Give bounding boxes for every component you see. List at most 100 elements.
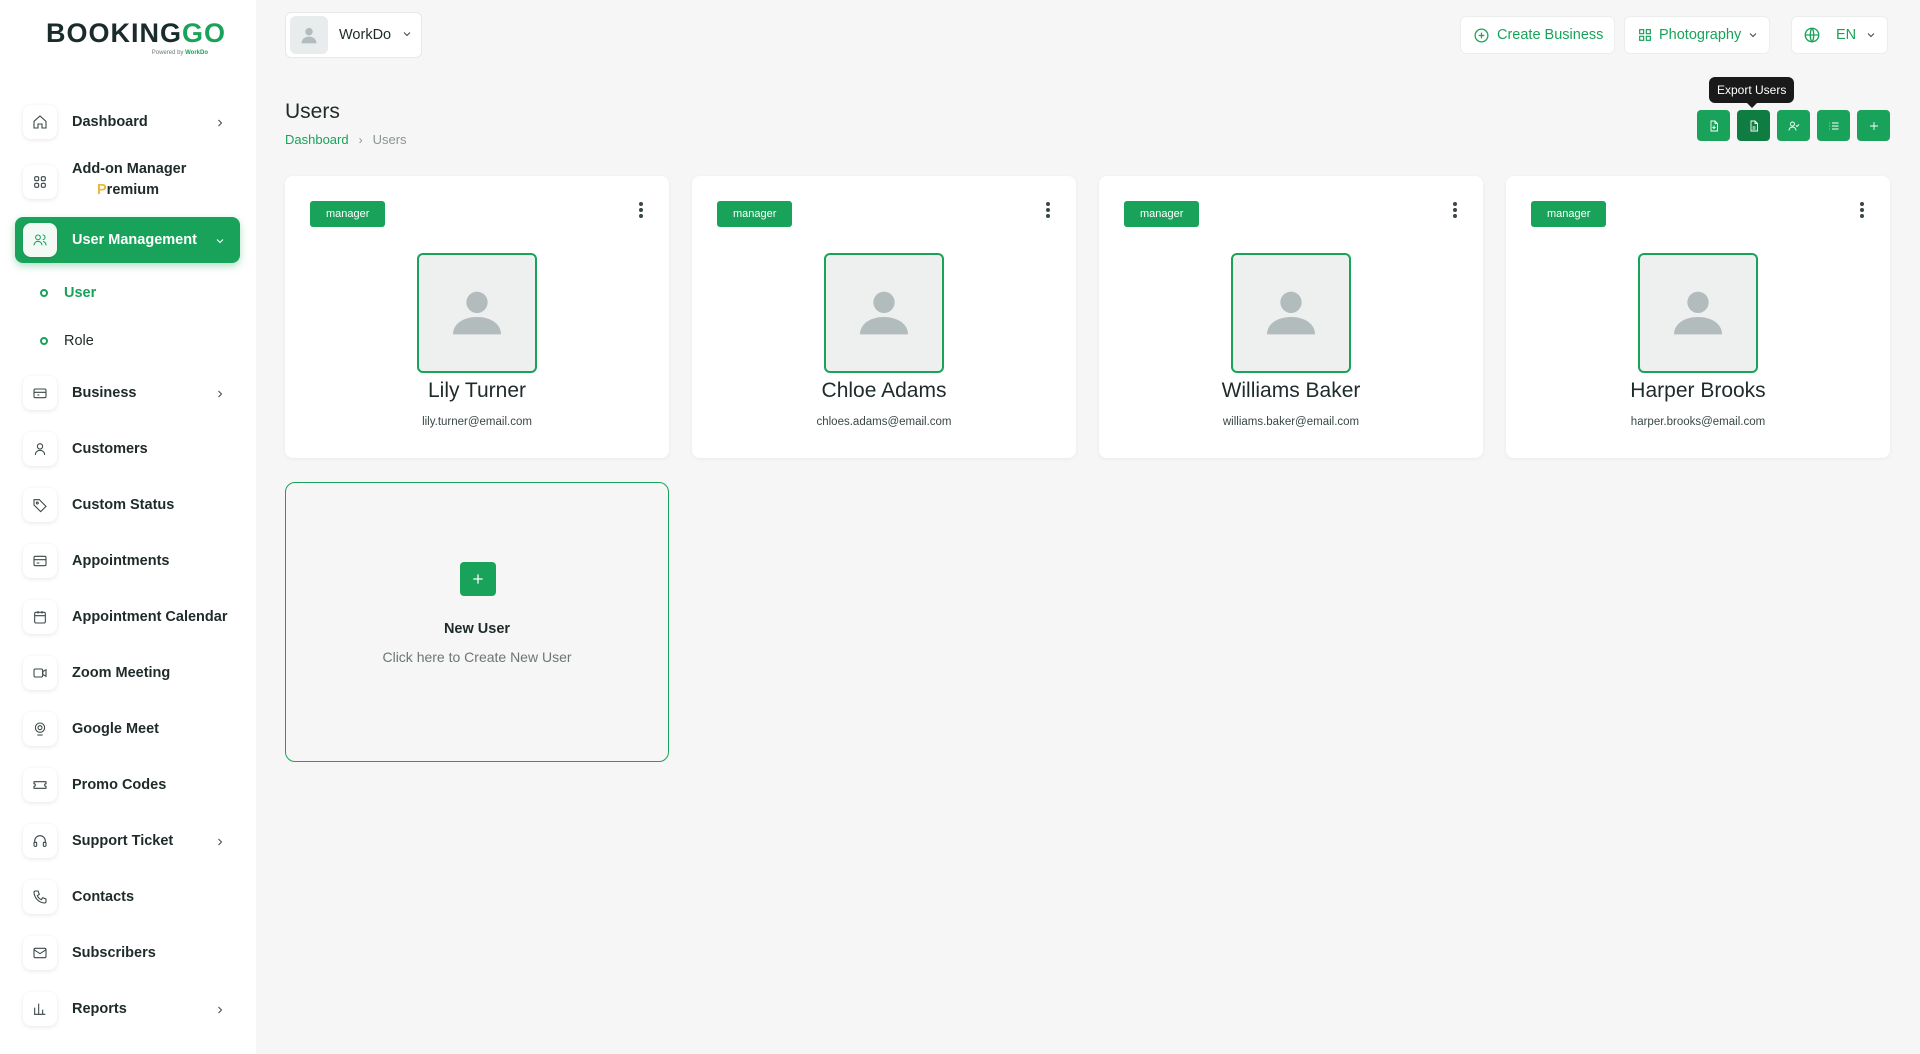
breadcrumb: Dashboard › Users	[285, 132, 407, 147]
sidebar-subitem-label: User	[64, 285, 97, 301]
role-badge: manager	[1531, 201, 1607, 227]
page-title: Users	[285, 100, 340, 123]
user-name: Harper Brooks	[1630, 379, 1766, 402]
plus-icon	[1869, 121, 1878, 130]
sidebar-item-label: Zoom Meeting	[72, 665, 171, 681]
sidebar-item-label: Appointments	[72, 553, 170, 569]
list-view-button[interactable]	[1817, 110, 1850, 141]
sidebar-item-contacts[interactable]: Contacts	[15, 874, 240, 920]
category-label: Photography	[1659, 27, 1742, 43]
tooltip: Export Users	[1709, 77, 1795, 108]
tag-icon	[23, 488, 57, 522]
sidebar-item-label: Business	[72, 385, 137, 401]
role-badge: manager	[310, 201, 386, 227]
webcam-icon	[23, 712, 57, 746]
sidebar-item-appointment-calendar[interactable]: Appointment Calendar	[15, 594, 240, 640]
home-icon	[23, 105, 57, 139]
new-user-title: New User	[443, 621, 511, 637]
breadcrumb-link-dashboard[interactable]: Dashboard	[285, 132, 349, 147]
sidebar-item-label: Custom Status	[72, 497, 175, 513]
building-icon	[23, 376, 57, 410]
card-icon	[23, 544, 57, 578]
user-card: manager Harper Brooks harper.brooks@emai…	[1506, 176, 1890, 458]
user-email: williams.baker@email.com	[1222, 416, 1360, 428]
user-card: manager Chloe Adams chloes.adams@email.c…	[692, 176, 1076, 458]
chevron-right-icon	[214, 116, 226, 128]
user-silhouette-icon	[860, 291, 908, 335]
sidebar-item-support-ticket[interactable]: Support Ticket	[15, 818, 240, 864]
sidebar-item-user-management[interactable]: User Management	[15, 217, 240, 263]
more-vertical-icon[interactable]	[1857, 200, 1867, 220]
category-dropdown[interactable]: Photography	[1624, 16, 1770, 54]
more-vertical-icon[interactable]	[1450, 200, 1460, 220]
user-silhouette-icon	[1267, 291, 1315, 335]
calendar-icon	[23, 600, 57, 634]
user-name: Lily Turner	[427, 379, 527, 402]
sidebar-item-google-meet[interactable]: Google Meet	[15, 706, 240, 752]
sidebar-item-subscribers[interactable]: Subscribers	[15, 930, 240, 976]
sidebar-item-reports[interactable]: Reports	[15, 986, 240, 1032]
more-vertical-icon[interactable]	[636, 200, 646, 220]
user-email: chloes.adams@email.com	[816, 416, 952, 428]
user-silhouette-icon	[301, 27, 317, 44]
chart-icon	[23, 992, 57, 1026]
user-icon	[23, 432, 57, 466]
sidebar-item-appointments[interactable]: Appointments	[15, 538, 240, 584]
create-business-button[interactable]: Create Business	[1460, 16, 1615, 54]
language-label: EN	[1836, 27, 1857, 43]
sidebar-item-label: Appointment Calendar	[72, 609, 228, 625]
user-email: lily.turner@email.com	[422, 416, 532, 428]
sidebar-item-business[interactable]: Business	[15, 370, 240, 416]
globe-icon	[1804, 27, 1820, 43]
chevron-right-icon	[214, 1003, 226, 1015]
create-business-label: Create Business	[1497, 27, 1604, 43]
sidebar-item-label: Dashboard	[72, 114, 148, 130]
user-email: harper.brooks@email.com	[1630, 416, 1766, 428]
mail-icon	[23, 936, 57, 970]
import-button[interactable]	[1697, 110, 1730, 141]
bullet-icon	[40, 337, 48, 345]
more-vertical-icon[interactable]	[1043, 200, 1053, 220]
bullet-icon	[40, 289, 48, 297]
user-silhouette-icon	[1674, 291, 1722, 335]
phone-icon	[23, 880, 57, 914]
sidebar-item-label: Promo Codes	[72, 777, 167, 793]
workspace-switcher[interactable]: WorkDo	[285, 12, 422, 58]
sidebar: BOOKINGGO Powered by WorkDo Dashboard Ad…	[0, 0, 256, 1054]
file-import-icon	[1710, 120, 1718, 131]
sidebar-item-label: Subscribers	[72, 945, 156, 961]
plus-icon	[460, 562, 496, 596]
chevron-down-icon	[1747, 29, 1759, 45]
avatar	[417, 253, 537, 373]
brand-name-suffix: GO	[182, 18, 227, 48]
chevron-right-icon	[214, 835, 226, 847]
list-icon	[1829, 122, 1838, 129]
users-icon	[23, 223, 57, 257]
sidebar-item-dashboard[interactable]: Dashboard	[15, 99, 240, 145]
add-user-button[interactable]	[1857, 110, 1890, 141]
brand-name-prefix: BOOKING	[46, 18, 183, 48]
sidebar-item-label: User Management	[72, 232, 197, 248]
sidebar-item-zoom-meeting[interactable]: Zoom Meeting	[15, 650, 240, 696]
user-log-button[interactable]	[1777, 110, 1810, 141]
chevron-right-icon	[214, 387, 226, 399]
sidebar-item-label: Customers	[72, 441, 148, 457]
user-name: Williams Baker	[1221, 379, 1361, 402]
avatar	[290, 16, 328, 54]
language-dropdown[interactable]: EN	[1791, 16, 1888, 54]
sidebar-item-promo-codes[interactable]: Promo Codes	[15, 762, 240, 808]
export-users-button[interactable]	[1737, 110, 1770, 141]
sidebar-item-custom-status[interactable]: Custom Status	[15, 482, 240, 528]
sidebar-subitem-user[interactable]: User	[40, 281, 96, 305]
brand-tagline: Powered by WorkDo	[151, 50, 208, 56]
user-name: Chloe Adams	[821, 379, 947, 402]
sidebar-subitem-label: Role	[64, 333, 94, 349]
sidebar-subitem-role[interactable]: Role	[40, 329, 94, 353]
user-check-icon	[1788, 121, 1799, 131]
chevron-right-icon: ›	[358, 132, 363, 147]
new-user-card[interactable]: New User Click here to Create New User	[285, 482, 669, 762]
sidebar-item-label: Google Meet	[72, 721, 160, 737]
avatar	[1638, 253, 1758, 373]
sidebar-item-customers[interactable]: Customers	[15, 426, 240, 472]
brand-logo[interactable]: BOOKINGGO Powered by WorkDo	[46, 18, 225, 60]
